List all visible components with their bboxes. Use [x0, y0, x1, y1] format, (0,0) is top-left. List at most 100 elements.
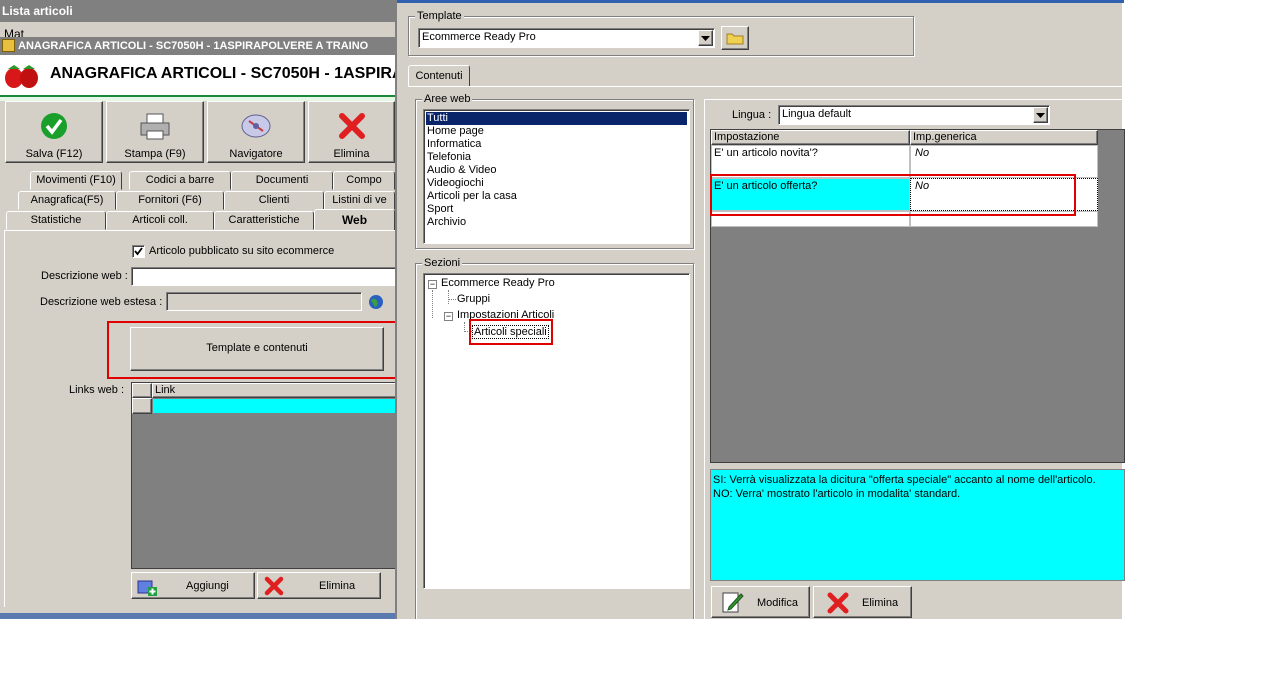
description-line-1: SI: Verrà visualizzata la dicitura "offe… — [713, 474, 1096, 486]
aree-web-title: Aree web — [422, 93, 473, 105]
links-header-link: Link — [152, 383, 397, 398]
tree-node-gruppi[interactable]: Gruppi — [457, 293, 490, 305]
aree-list-item[interactable]: Audio & Video — [426, 164, 687, 177]
lingua-select[interactable]: Lingua default — [778, 105, 1050, 125]
modify-button[interactable]: Modifica — [711, 586, 810, 618]
desc-web-input[interactable] — [131, 267, 396, 286]
aree-list-item[interactable]: Articoli per la casa — [426, 190, 687, 203]
folder-button[interactable] — [721, 26, 749, 50]
highlight-template-button — [107, 321, 400, 379]
tab-codici-barre[interactable]: Codici a barre — [129, 171, 231, 190]
web-tab-panel: Articolo pubblicato su sito ecommerce De… — [4, 230, 397, 607]
sezioni-title: Sezioni — [422, 257, 463, 269]
setting-description-box: SI: Verrà visualizzata la dicitura "offe… — [710, 469, 1125, 581]
modify-label: Modifica — [757, 597, 798, 609]
tab-documenti[interactable]: Documenti — [231, 171, 333, 190]
grid-header-imp-generica: Imp.generica — [910, 130, 1098, 145]
add-item-icon — [137, 580, 157, 596]
add-link-button[interactable]: Aggiungi — [131, 572, 255, 599]
highlight-offerta-row — [710, 174, 1076, 216]
tab-fornitori[interactable]: Fornitori (F6) — [116, 191, 224, 210]
published-label: Articolo pubblicato su sito ecommerce — [149, 245, 335, 257]
lingua-label: Lingua : — [732, 109, 772, 121]
aree-web-group: Aree web Tutti Home page Informatica Telefo… — [415, 93, 694, 249]
delete-setting-button[interactable]: Elimina — [813, 586, 912, 618]
navigator-button[interactable]: Navigatore — [207, 101, 305, 163]
template-group: Template Ecommerce Ready Pro — [408, 10, 914, 56]
tab-articoli-coll[interactable]: Articoli coll. — [106, 211, 214, 230]
globe-button[interactable] — [367, 293, 385, 311]
tab-caratteristiche[interactable]: Caratteristiche — [214, 211, 314, 230]
desc-web-estesa-input[interactable] — [166, 292, 362, 311]
strawberry-icon — [5, 65, 38, 88]
compass-icon — [241, 114, 271, 138]
highlight-articoli-speciali — [469, 319, 553, 345]
add-link-label: Aggiungi — [186, 580, 229, 592]
anagrafica-window: ANAGRAFICA ARTICOLI - SC7050H - 1ASPIRAP… — [0, 37, 400, 613]
tab-clienti[interactable]: Clienti — [224, 191, 324, 210]
tab-compo[interactable]: Compo — [333, 171, 395, 190]
red-x-icon — [264, 576, 284, 596]
aree-list-item[interactable]: Archivio — [426, 216, 687, 229]
chevron-down-icon[interactable] — [1033, 107, 1048, 123]
template-select-value: Ecommerce Ready Pro — [422, 31, 536, 43]
tab-listini[interactable]: Listini di ve — [324, 191, 395, 210]
description-line-2: NO: Verra' mostrato l'articolo in modali… — [713, 488, 961, 500]
delete-link-label: Elimina — [319, 580, 356, 592]
desc-web-estesa-label: Descrizione web estesa : — [40, 296, 163, 308]
delete-link-button[interactable]: Elimina — [257, 572, 381, 599]
tree-expander-root[interactable]: − — [428, 280, 437, 289]
check-icon — [41, 113, 67, 139]
grid-header-impostazione: Impostazione — [711, 130, 910, 145]
template-select[interactable]: Ecommerce Ready Pro — [418, 28, 715, 48]
aree-list: Tutti Home page Informatica Telefonia Audio … — [426, 112, 687, 229]
printer-icon — [140, 113, 170, 140]
chevron-down-icon[interactable] — [698, 30, 713, 46]
links-grid[interactable]: Link — [131, 382, 397, 569]
anagrafica-titlebar[interactable]: ANAGRAFICA ARTICOLI - SC7050H - 1ASPIRAP… — [0, 37, 395, 55]
aree-web-list[interactable]: Tutti Home page Informatica Telefonia Audio … — [423, 109, 690, 244]
aree-list-item[interactable]: Telefonia — [426, 151, 687, 164]
save-button[interactable]: Salva (F12) — [5, 101, 103, 163]
desc-web-label: Descrizione web : — [41, 270, 128, 282]
tab-anagrafica[interactable]: Anagrafica(F5) — [18, 191, 116, 210]
tab-web[interactable]: Web — [314, 209, 395, 231]
published-checkbox[interactable] — [132, 245, 145, 258]
lista-articoli-window: Lista articoli Mat — [0, 0, 395, 41]
anagrafica-title-text: ANAGRAFICA ARTICOLI - SC7050H - 1ASPIRAP… — [18, 40, 369, 52]
globe-icon — [369, 295, 383, 309]
window-icon — [2, 39, 15, 52]
tab-statistiche[interactable]: Statistiche — [6, 211, 106, 230]
tree-node-root[interactable]: Ecommerce Ready Pro — [441, 277, 555, 289]
anagrafica-header-title: ANAGRAFICA ARTICOLI - SC7050H - 1ASPIRA — [50, 65, 395, 82]
delete-setting-label: Elimina — [862, 597, 899, 609]
tab-contenuti[interactable]: Contenuti — [408, 65, 470, 87]
links-web-label: Links web : — [69, 384, 125, 396]
aree-list-item[interactable]: Sport — [426, 203, 687, 216]
print-button[interactable]: Stampa (F9) — [106, 101, 204, 163]
red-x-icon — [827, 592, 849, 614]
aree-list-item[interactable]: Home page — [426, 125, 687, 138]
sezioni-group: Sezioni − Ecommerce Ready Pro Gruppi − I… — [415, 257, 694, 619]
tree-expander-impostazioni[interactable]: − — [444, 312, 453, 321]
navigator-label: Navigatore — [229, 148, 283, 160]
template-group-title: Template — [415, 10, 464, 22]
edit-icon — [722, 592, 744, 613]
tab-movimenti[interactable]: Movimenti (F10) — [30, 171, 122, 190]
delete-toolbar-button[interactable]: Elimina — [308, 101, 395, 163]
print-label: Stampa (F9) — [124, 148, 186, 160]
save-label: Salva (F12) — [25, 148, 83, 160]
delete-toolbar-label: Elimina — [333, 148, 370, 160]
red-x-icon — [338, 113, 365, 139]
aree-list-item[interactable]: Videogiochi — [426, 177, 687, 190]
lingua-select-value: Lingua default — [782, 108, 852, 120]
folder-icon — [726, 33, 744, 45]
links-row-empty[interactable] — [152, 398, 397, 414]
template-window: Template Ecommerce Ready Pro Contenuti A… — [395, 0, 1125, 619]
anagrafica-header: ANAGRAFICA ARTICOLI - SC7050H - 1ASPIRA — [0, 55, 395, 97]
lista-articoli-titlebar[interactable]: Lista articoli — [0, 0, 395, 22]
aree-list-item[interactable]: Informatica — [426, 138, 687, 151]
sezioni-tree[interactable]: − Ecommerce Ready Pro Gruppi − Impostazi… — [423, 273, 690, 589]
checkmark-icon — [134, 247, 143, 256]
aree-list-item[interactable]: Tutti — [426, 112, 687, 125]
